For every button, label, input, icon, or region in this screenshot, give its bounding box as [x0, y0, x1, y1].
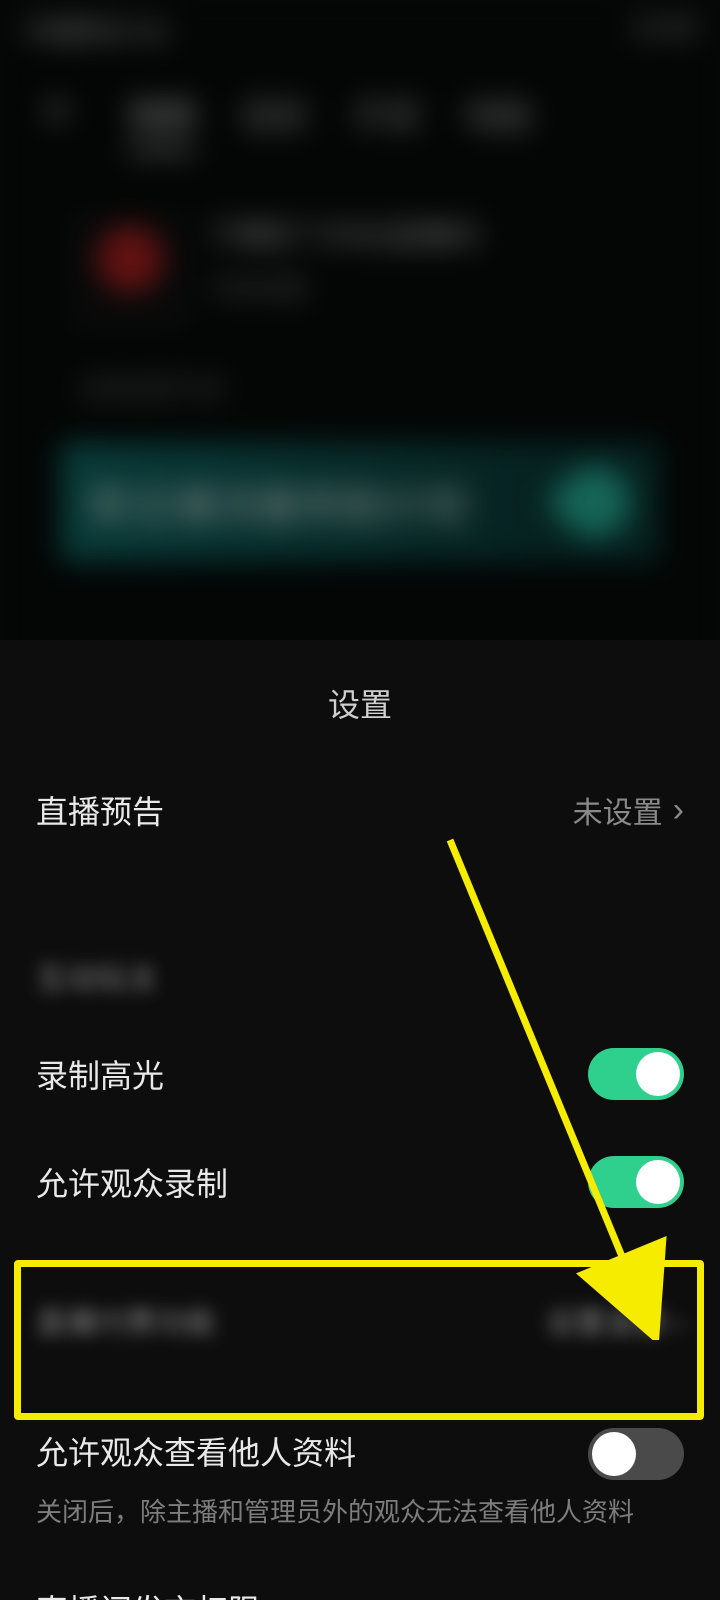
row-label: 直播预告	[36, 787, 164, 833]
tab-voice[interactable]: 语音	[240, 89, 308, 153]
row-label: 录制高光	[36, 1051, 164, 1097]
row-subtext: 关闭后，除主播和管理员外的观众无法查看他人资料	[0, 1490, 720, 1552]
row-value-text: 未设置	[573, 788, 663, 832]
profile-sub: 开始设置	[210, 269, 480, 304]
toggle-allow-audience-record[interactable]	[588, 1156, 684, 1208]
row-label: 允许观众录制	[36, 1159, 228, 1205]
row-live-preview[interactable]: 直播预告 未设置 ›	[0, 768, 720, 852]
promo-banner[interactable]: 新主播流量奖励计划	[60, 442, 660, 562]
close-icon[interactable]: ✕	[40, 89, 74, 153]
row-paid-features-blurred: 直播付费功能 设置金额 ›	[0, 1276, 720, 1364]
banner-text: 新主播流量奖励计划	[90, 472, 468, 533]
settings-sheet: 设置 直播预告 未设置 › 互动玩法 录制高光 允许观众录制 直播付费功能 设置…	[0, 640, 720, 1600]
profile-card: 不睡的飞鸟在直播间 开始设置	[0, 181, 720, 361]
profile-name: 不睡的飞鸟在直播间	[210, 211, 480, 255]
chevron-right-icon: ›	[673, 791, 684, 830]
row-value: 未设置 ›	[573, 788, 684, 832]
row-label: 直播付费功能	[36, 1298, 216, 1342]
toggle-allow-view-profile[interactable]	[588, 1428, 684, 1480]
row-allow-audience-record[interactable]: 允许观众录制	[0, 1128, 720, 1236]
row-allow-view-profile[interactable]: 允许观众查看他人资料	[0, 1406, 720, 1490]
toggle-record-highlight[interactable]	[588, 1048, 684, 1100]
blurred-section-label: 互动玩法	[36, 954, 156, 998]
status-right: 13:26	[631, 12, 696, 49]
tab-mobile-game[interactable]: 手游	[352, 89, 420, 153]
sheet-title: 设置	[0, 640, 720, 768]
tab-pc[interactable]: 电脑	[464, 89, 532, 153]
avatar[interactable]	[70, 211, 190, 331]
top-tabs: ✕ 视频 语音 手游 电脑	[0, 61, 720, 181]
profile-extra: 选择画质内容	[0, 361, 720, 412]
row-label: 允许观众查看他人资料	[36, 1428, 356, 1474]
status-bar: 中国移动 5G 13:26	[0, 0, 720, 61]
row-value: 设置金额 ›	[546, 1298, 684, 1342]
blurred-section-header: 互动玩法	[0, 932, 720, 1020]
row-speak-permission[interactable]: 直播间发言权限	[0, 1552, 720, 1600]
leaf-icon	[546, 453, 645, 552]
tab-video[interactable]: 视频	[128, 89, 196, 153]
status-left: 中国移动 5G	[24, 12, 170, 49]
row-record-highlight[interactable]: 录制高光	[0, 1020, 720, 1128]
